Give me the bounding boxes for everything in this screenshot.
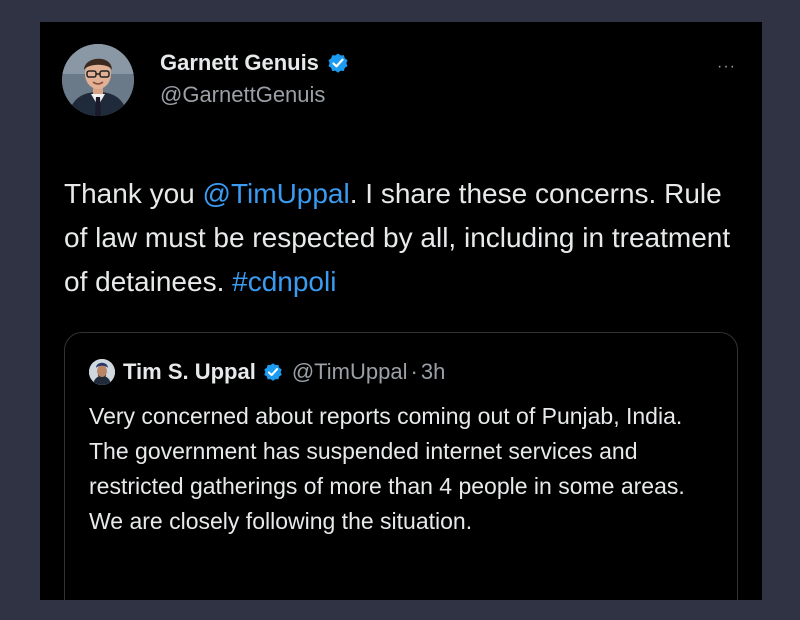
quoted-author-handle[interactable]: @TimUppal xyxy=(292,359,408,385)
tweet-text: Thank you @TimUppal. I share these conce… xyxy=(64,172,744,304)
more-options-icon[interactable]: ··· xyxy=(717,58,736,76)
tweet-card: Garnett Genuis @GarnettGenuis ··· Thank … xyxy=(40,22,762,600)
quoted-author-avatar[interactable] xyxy=(89,359,115,385)
hashtag-link[interactable]: #cdnpoli xyxy=(232,266,336,297)
verified-badge-icon xyxy=(326,51,350,75)
author-avatar-image xyxy=(62,44,134,116)
author-name-row: Garnett Genuis xyxy=(160,50,350,76)
quoted-author-avatar-image xyxy=(89,359,115,385)
mention-link[interactable]: @TimUppal xyxy=(203,178,350,209)
quoted-tweet-header: Tim S. Uppal @TimUppal · 3h xyxy=(89,359,445,385)
author-avatar[interactable] xyxy=(62,44,134,116)
tweet-text-start: Thank you xyxy=(64,178,203,209)
quoted-timestamp[interactable]: 3h xyxy=(421,359,445,385)
quoted-tweet-text: Very concerned about reports coming out … xyxy=(89,403,685,534)
author-name[interactable]: Garnett Genuis xyxy=(160,50,319,76)
quoted-separator: · xyxy=(410,359,418,384)
quoted-tweet[interactable]: Tim S. Uppal @TimUppal · 3h Very concern… xyxy=(64,332,738,600)
quoted-author-name[interactable]: Tim S. Uppal xyxy=(123,359,256,385)
author-handle[interactable]: @GarnettGenuis xyxy=(160,82,325,108)
quoted-verified-badge-icon xyxy=(262,361,284,383)
